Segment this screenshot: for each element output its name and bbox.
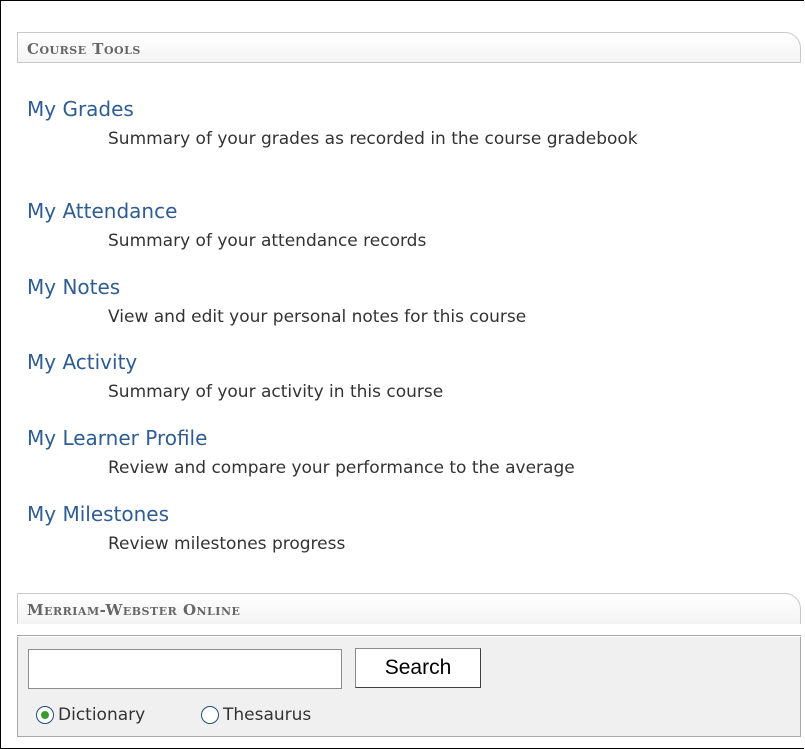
merriam-webster-header: Merriam-Webster Online [17,593,801,624]
my-notes-description: View and edit your personal notes for th… [108,307,527,327]
tool-my-attendance: My Attendance Summary of your attendance… [27,198,748,254]
thesaurus-radio-option[interactable]: Thesaurus [201,705,311,725]
my-notes-link[interactable]: My Notes [27,274,748,300]
dictionary-radio[interactable] [36,706,54,724]
merriam-webster-divider [17,635,801,636]
my-attendance-link[interactable]: My Attendance [27,198,748,224]
my-milestones-description: Review milestones progress [108,534,346,554]
tool-my-milestones: My Milestones Review milestones progress [27,501,748,557]
my-learner-profile-link[interactable]: My Learner Profile [27,425,748,451]
dictionary-radio-option[interactable]: Dictionary [36,705,145,725]
tool-my-activity: My Activity Summary of your activity in … [27,349,748,405]
tool-my-learner-profile: My Learner Profile Review and compare yo… [27,425,748,481]
course-tools-header: Course Tools [17,32,801,63]
dictionary-search-input[interactable] [28,649,342,689]
course-tools-divider [17,62,801,63]
thesaurus-radio-label: Thesaurus [223,705,312,725]
course-tools-title: Course Tools [27,40,141,58]
tool-my-notes: My Notes View and edit your personal not… [27,274,748,330]
my-attendance-description: Summary of your attendance records [108,231,427,251]
my-grades-link[interactable]: My Grades [27,96,748,122]
my-learner-profile-description: Review and compare your performance to t… [108,458,575,478]
dictionary-search-panel: Search Dictionary Thesaurus [17,637,801,737]
my-milestones-link[interactable]: My Milestones [27,501,748,527]
merriam-webster-title: Merriam-Webster Online [27,601,241,619]
course-sidebar: Course Tools My Grades Summary of your g… [0,0,804,749]
my-activity-link[interactable]: My Activity [27,349,748,375]
my-activity-description: Summary of your activity in this course [108,382,444,402]
search-button[interactable]: Search [355,648,481,688]
dictionary-radio-label: Dictionary [58,705,146,725]
my-grades-description: Summary of your grades as recorded in th… [108,129,638,149]
tool-my-grades: My Grades Summary of your grades as reco… [27,96,748,152]
thesaurus-radio[interactable] [201,706,219,724]
